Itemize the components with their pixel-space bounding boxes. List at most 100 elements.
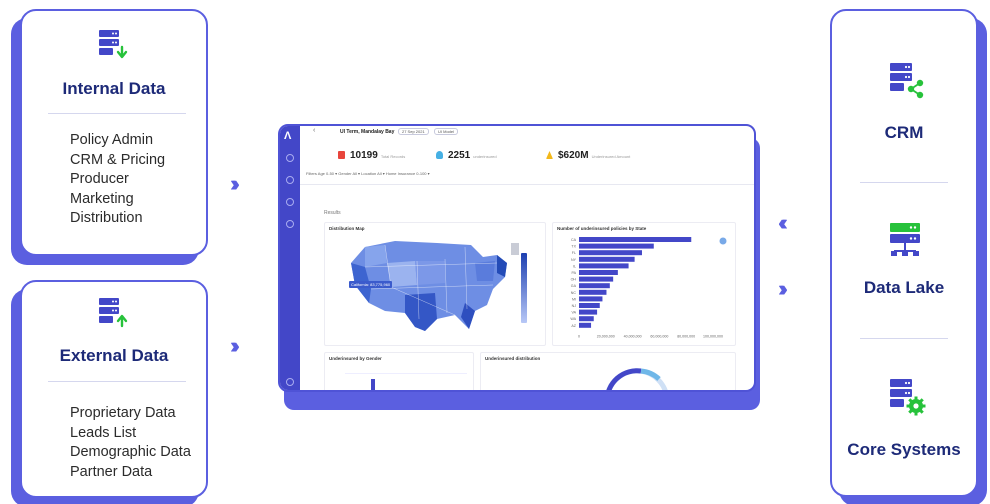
settings-icon[interactable] <box>286 378 294 386</box>
distribution-title: Underinsured distribution <box>485 356 541 361</box>
bar-label: MI <box>572 297 576 301</box>
bar[interactable] <box>579 270 618 275</box>
data-lake-label: Data Lake <box>863 278 945 297</box>
x-tick-label: 0 <box>578 334 580 338</box>
bar-label: WA <box>570 317 576 321</box>
x-tick-label: 60,000,000 <box>650 334 668 338</box>
bar-label: NY <box>571 258 577 262</box>
internal-data-list: Policy Admin CRM & Pricing Producer Mark… <box>70 131 165 229</box>
bar[interactable] <box>579 316 594 322</box>
chevron-left-icon: ‹‹‹ <box>778 210 788 235</box>
divider <box>48 381 186 382</box>
chevron-right-icon: ››› <box>778 276 788 301</box>
x-tick-label: 40,000,000 <box>624 334 642 338</box>
dashboard-sidebar: Λ <box>280 126 300 390</box>
list-item: Producer <box>70 171 129 187</box>
model-pill[interactable]: UI Model <box>434 128 459 135</box>
bar[interactable] <box>579 276 614 282</box>
bar[interactable] <box>579 303 600 308</box>
external-data-card: External Data Proprietary Data Leads Lis… <box>20 280 208 498</box>
donut-chart[interactable] <box>599 367 679 392</box>
bar-chart[interactable]: CA TX FL NY IL PA OH GA NC MI NJ VA WA AZ 0 20,000,000 4… <box>553 231 737 345</box>
bar-label: VA <box>571 311 576 315</box>
user-icon <box>436 151 443 159</box>
x-tick-label: 20,000,000 <box>597 334 615 338</box>
bar[interactable] <box>579 289 607 295</box>
x-tick-label: 100,000,000 <box>703 334 723 338</box>
records-icon <box>338 151 345 159</box>
stat-label: underinsured <box>473 154 497 159</box>
amount-icon <box>546 151 553 159</box>
stat-label: Total Records <box>380 154 406 159</box>
stat-value: 2251 <box>448 150 471 161</box>
chevron-right-icon: ››› <box>230 171 240 196</box>
bar[interactable] <box>579 243 654 249</box>
results-label: Results <box>324 210 341 216</box>
internal-data-title: Internal Data <box>62 79 166 98</box>
stat-value: 10199 <box>350 150 378 161</box>
stat-records: 10199 Total Records <box>350 150 405 161</box>
bar-label: GA <box>571 284 577 288</box>
bar-chart-panel: Number of underinsured policies by State… <box>552 222 736 346</box>
bar-label: NC <box>571 291 577 295</box>
bar-label: CA <box>571 238 577 242</box>
bar[interactable] <box>579 309 598 315</box>
server-network-icon <box>890 223 920 256</box>
filter-bar[interactable]: Filters Age 0-50 ▾ Gender All ▾ Location… <box>306 171 430 176</box>
map-title: Distribution Map <box>329 226 365 231</box>
reports-icon[interactable] <box>286 220 294 228</box>
map-legend <box>521 253 527 323</box>
server-gear-icon <box>890 379 926 416</box>
bar[interactable] <box>579 283 610 289</box>
bar[interactable] <box>579 250 642 256</box>
internal-data-card: Internal Data Policy Admin CRM & Pricing… <box>20 9 208 256</box>
list-item: Policy Admin <box>70 132 154 148</box>
chevron-right-icon: ››› <box>230 333 240 358</box>
us-map[interactable] <box>325 233 545 343</box>
gender-bar <box>371 379 375 390</box>
crm-label: CRM <box>884 123 924 142</box>
x-tick-label: 80,000,000 <box>677 334 695 338</box>
divider <box>48 113 186 114</box>
divider <box>300 184 754 185</box>
external-data-list: Proprietary Data Leads List Demographic … <box>70 404 191 482</box>
map-tooltip: California: 83,775,960 <box>349 281 393 288</box>
home-icon[interactable] <box>286 154 294 162</box>
dashboard-header: ‹ UI Term, Mandalay Bay 27 Sep 2021 UI M… <box>300 126 754 138</box>
core-systems-label: Core Systems <box>847 440 961 459</box>
bar[interactable] <box>579 263 629 269</box>
alerts-icon[interactable] <box>286 198 294 206</box>
bar-label: PA <box>571 271 576 275</box>
legend-marker <box>719 237 727 245</box>
stat-amount: $620M Underinsured Amount <box>558 150 630 161</box>
bar[interactable] <box>579 322 592 328</box>
list-item: Distribution <box>70 210 143 226</box>
analytics-icon[interactable] <box>286 176 294 184</box>
list-item: Demographic Data <box>70 444 191 460</box>
server-share-icon <box>890 63 924 99</box>
gender-panel: Underinsured by Gender <box>324 352 474 390</box>
list-item: Proprietary Data <box>70 405 176 421</box>
server-upload-icon <box>99 298 128 328</box>
gender-title: Underinsured by Gender <box>329 356 382 361</box>
map-panel: Distribution Map California: 83,775,960 <box>324 222 546 346</box>
bar-label: AZ <box>571 324 576 328</box>
bar[interactable] <box>579 296 603 302</box>
bar-label: OH <box>571 278 577 282</box>
date-pill[interactable]: 27 Sep 2021 <box>398 128 429 135</box>
bar[interactable] <box>579 237 692 242</box>
server-download-icon <box>99 30 128 59</box>
bar[interactable] <box>579 256 635 262</box>
stat-underinsured: 2251 underinsured <box>448 150 497 161</box>
list-item: Marketing <box>70 190 134 207</box>
stat-label: Underinsured Amount <box>591 154 631 159</box>
bar-label: IL <box>573 264 576 268</box>
bar-label: FL <box>572 251 576 255</box>
stat-value: $620M <box>558 150 589 161</box>
gridline <box>345 373 467 374</box>
list-item: Leads List <box>70 424 137 441</box>
external-data-title: External Data <box>59 346 169 365</box>
distribution-panel: Underinsured distribution <box>480 352 736 392</box>
back-icon[interactable]: ‹ <box>313 127 315 134</box>
dashboard-screenshot: Λ ‹ UI Term, Mandalay Bay 27 Sep 2021 UI… <box>278 124 756 392</box>
